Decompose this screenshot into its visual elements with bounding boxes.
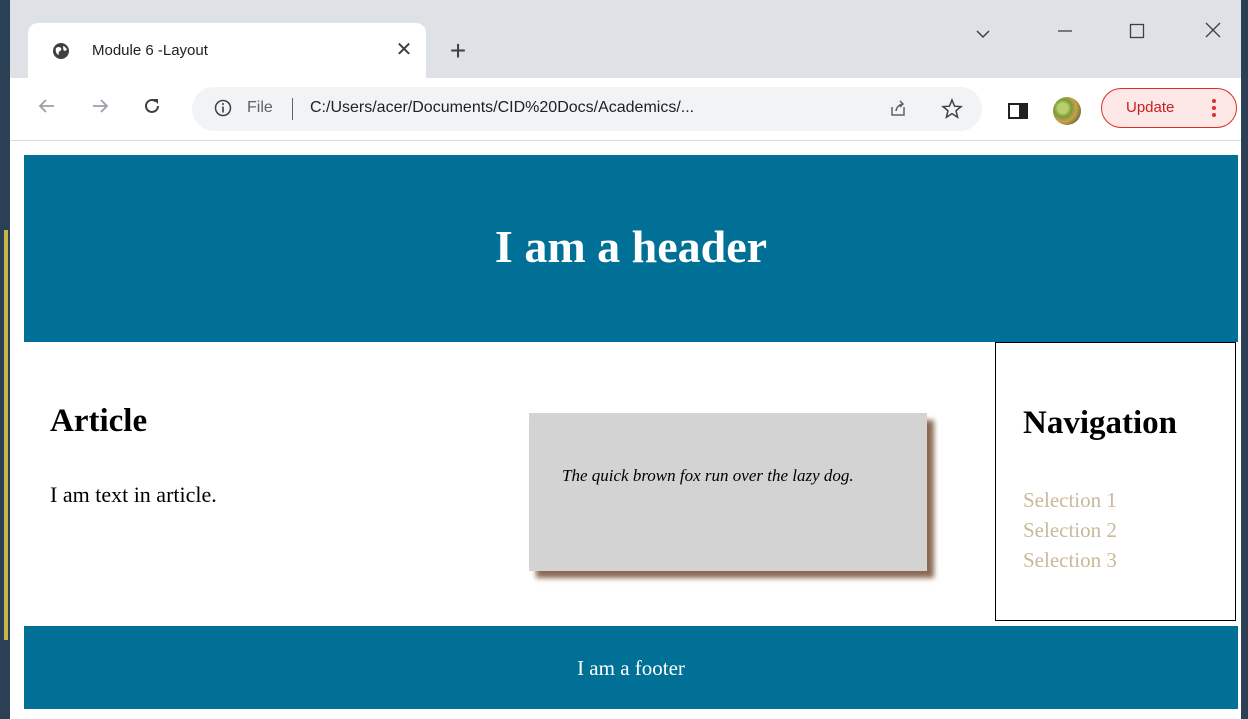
reload-icon[interactable] — [137, 94, 167, 124]
article-heading: Article — [50, 403, 148, 439]
minimize-icon[interactable] — [1050, 18, 1080, 48]
avatar[interactable] — [1053, 97, 1081, 125]
navigation-panel: Navigation Selection 1 Selection 2 Selec… — [995, 342, 1236, 621]
forward-arrow-icon[interactable] — [85, 94, 115, 124]
update-button[interactable]: Update — [1101, 88, 1237, 128]
tab-title: Module 6 -Layout — [92, 42, 208, 59]
quote-box: The quick brown fox run over the lazy do… — [529, 413, 927, 571]
nav-list: Selection 1 Selection 2 Selection 3 — [1023, 485, 1117, 575]
quote-text: The quick brown fox run over the lazy do… — [562, 466, 854, 485]
globe-icon — [53, 43, 69, 59]
address-bar[interactable]: File C:/Users/acer/Documents/CID%20Docs/… — [192, 87, 982, 131]
nav-link-selection-3[interactable]: Selection 3 — [1023, 545, 1117, 575]
back-arrow-icon[interactable] — [32, 94, 62, 124]
nav-link-selection-2[interactable]: Selection 2 — [1023, 515, 1117, 545]
file-scheme-label: File — [247, 99, 273, 116]
close-icon[interactable]: ✕ — [394, 39, 414, 61]
footer-text: I am a footer — [577, 656, 685, 680]
star-icon[interactable] — [941, 98, 963, 120]
plus-icon[interactable]: + — [445, 37, 471, 65]
divider — [292, 98, 293, 120]
update-button-label: Update — [1126, 99, 1175, 116]
page-header: I am a header — [24, 155, 1238, 342]
nav-link-selection-1[interactable]: Selection 1 — [1023, 485, 1117, 515]
window-close-icon[interactable] — [1198, 18, 1228, 48]
browser-toolbar: File C:/Users/acer/Documents/CID%20Docs/… — [10, 78, 1241, 141]
browser-window: Module 6 -Layout ✕ + File C:/Users/acer/… — [10, 0, 1241, 719]
chevron-down-icon[interactable] — [968, 18, 998, 48]
url-text[interactable]: C:/Users/acer/Documents/CID%20Docs/Acade… — [310, 99, 694, 117]
window-edge-left — [0, 0, 10, 719]
nav-heading: Navigation — [1023, 405, 1178, 441]
kebab-menu-icon[interactable] — [1212, 97, 1218, 119]
window-edge-right — [1241, 0, 1248, 719]
side-panel-icon[interactable] — [1008, 103, 1028, 119]
maximize-icon[interactable] — [1122, 18, 1152, 48]
article-text: I am text in article. — [50, 482, 217, 507]
info-icon[interactable] — [214, 99, 232, 117]
share-icon[interactable] — [887, 98, 909, 120]
window-edge-accent — [4, 230, 8, 640]
tab-active[interactable]: Module 6 -Layout ✕ — [28, 23, 426, 78]
tab-strip: Module 6 -Layout ✕ + — [10, 0, 1241, 78]
header-title: I am a header — [494, 221, 768, 272]
page-footer: I am a footer — [24, 626, 1238, 709]
